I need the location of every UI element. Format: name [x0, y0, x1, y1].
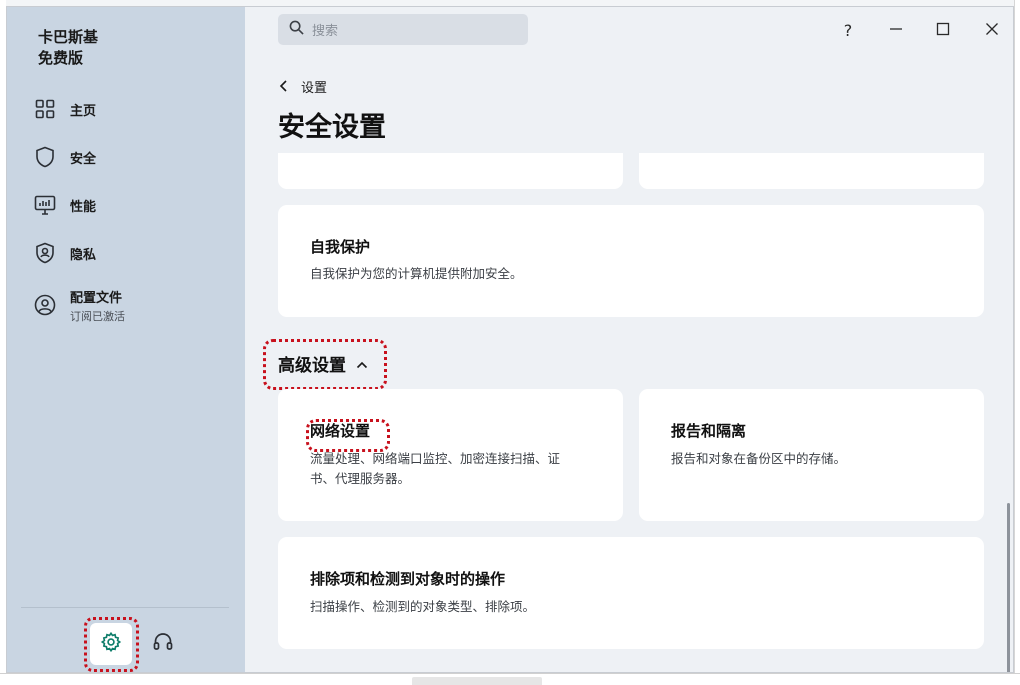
- card-reports-quarantine[interactable]: 报告和隔离 报告和对象在备份区中的存储。: [639, 389, 984, 521]
- card-description-line: 流量处理、网络端口监控、加密连接扫描、证: [310, 451, 561, 466]
- sidebar-item-label: 配置文件: [70, 290, 123, 306]
- back-button[interactable]: 设置: [279, 77, 327, 96]
- maximize-icon: [936, 21, 950, 40]
- close-button[interactable]: [978, 17, 1006, 43]
- card-self-protection[interactable]: 自我保护 自我保护为您的计算机提供附加安全。: [278, 205, 984, 317]
- sidebar-item-label: 主页: [70, 103, 97, 119]
- help-button[interactable]: ?: [834, 17, 862, 43]
- page-title: 安全设置: [278, 112, 386, 143]
- user-circle-icon: [33, 293, 57, 317]
- sidebar-item-label: 隐私: [70, 247, 97, 263]
- close-icon: [985, 21, 999, 40]
- advanced-settings-toggle[interactable]: 高级设置: [278, 351, 368, 376]
- back-label: 设置: [301, 81, 328, 96]
- brand-name: 卡巴斯基: [38, 28, 99, 46]
- chevron-left-icon: [279, 77, 289, 96]
- search-input[interactable]: 搜索: [278, 14, 528, 45]
- card-exclusions[interactable]: 排除项和检测到对象时的操作 扫描操作、检测到的对象类型、排除项。: [278, 537, 984, 649]
- card-description: 扫描操作、检测到的对象类型、排除项。: [310, 599, 536, 614]
- card-partial-right[interactable]: [639, 153, 984, 189]
- card-title: 网络设置: [310, 422, 371, 440]
- card-description-line: 书、代理服务器。: [310, 471, 411, 486]
- background-app-right: [1014, 0, 1020, 685]
- minimize-button[interactable]: [882, 17, 910, 43]
- card-partial-left[interactable]: [278, 153, 623, 189]
- minimize-icon: [889, 21, 903, 40]
- headset-icon: [152, 631, 174, 657]
- search-placeholder: 搜索: [312, 24, 339, 39]
- monitor-icon: [33, 193, 57, 217]
- support-button[interactable]: [149, 630, 177, 658]
- sidebar-item-privacy[interactable]: 隐私: [33, 234, 233, 272]
- sidebar-item-home[interactable]: 主页: [33, 90, 233, 128]
- sidebar: 卡巴斯基 免费版 主页 安全 性能 隐私 配置文件 订阅已激活: [7, 7, 245, 672]
- brand: 卡巴斯基 免费版: [38, 27, 98, 69]
- sidebar-item-performance[interactable]: 性能: [33, 186, 233, 224]
- settings-button[interactable]: [90, 623, 132, 665]
- card-title: 报告和隔离: [671, 422, 747, 440]
- search-icon: [289, 20, 304, 39]
- card-description: 报告和对象在备份区中的存储。: [671, 451, 847, 466]
- card-title: 排除项和检测到对象时的操作: [310, 570, 506, 588]
- card-title: 自我保护: [310, 238, 371, 256]
- sidebar-item-security[interactable]: 安全: [33, 138, 233, 176]
- card-network-settings[interactable]: 网络设置 流量处理、网络端口监控、加密连接扫描、证 书、代理服务器。: [278, 389, 623, 521]
- sidebar-item-label: 安全: [70, 151, 97, 167]
- settings-content: 自我保护 自我保护为您的计算机提供附加安全。 高级设置 网络设置 流量处理、网络…: [245, 153, 1013, 672]
- maximize-button[interactable]: [929, 17, 957, 43]
- subscription-status: 订阅已激活: [70, 309, 125, 323]
- background-taskbar: [0, 673, 1020, 685]
- chevron-up-icon: [356, 354, 368, 373]
- section-title: 高级设置: [278, 356, 346, 376]
- sidebar-item-profile[interactable]: 配置文件 订阅已激活: [33, 283, 233, 327]
- sidebar-item-label: 性能: [70, 199, 97, 215]
- gear-icon: [100, 631, 122, 657]
- grid-icon: [33, 97, 57, 121]
- help-icon: ?: [843, 20, 853, 40]
- card-description: 自我保护为您的计算机提供附加安全。: [310, 266, 523, 281]
- background-tab: [412, 677, 542, 685]
- sidebar-divider: [21, 607, 229, 608]
- brand-edition: 免费版: [38, 49, 84, 67]
- privacy-shield-icon: [33, 241, 57, 265]
- shield-icon: [33, 145, 57, 169]
- app-window: 卡巴斯基 免费版 主页 安全 性能 隐私 配置文件 订阅已激活 搜索 ? 设置 …: [6, 6, 1014, 673]
- scrollbar[interactable]: [1007, 503, 1010, 672]
- card-description: 流量处理、网络端口监控、加密连接扫描、证 书、代理服务器。: [310, 449, 560, 489]
